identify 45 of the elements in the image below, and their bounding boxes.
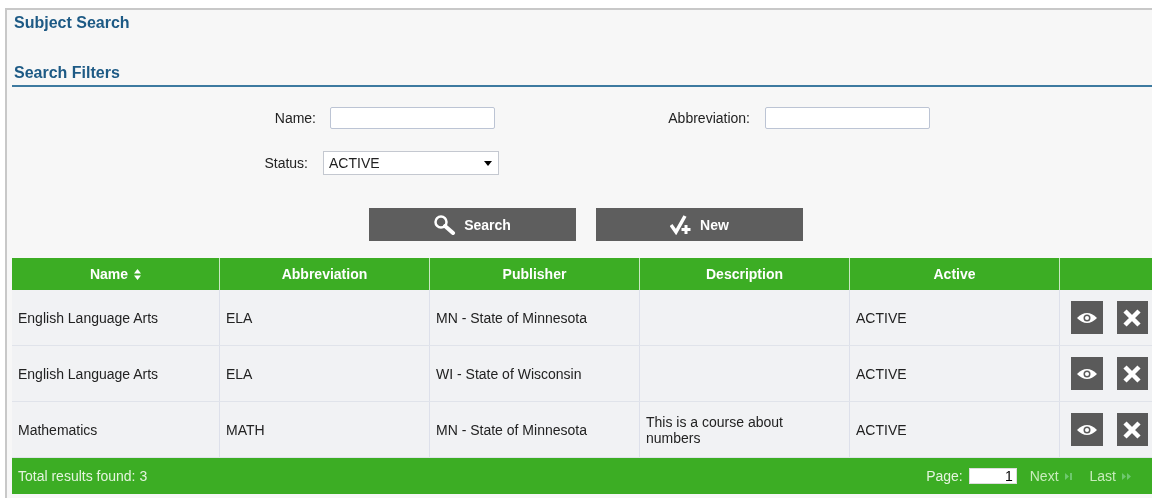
field-label: Abbreviation: — [667, 110, 750, 126]
table-cell: MATH — [226, 421, 265, 438]
table-cell: MN - State of Minnesota — [436, 309, 587, 326]
close-icon — [1122, 363, 1143, 384]
page-title: Subject Search — [13, 13, 131, 33]
table-cell: WI - State of Wisconsin — [436, 365, 582, 382]
table-cell-text: This is a course about numbers — [646, 413, 784, 446]
delete-button[interactable] — [1116, 413, 1148, 446]
field-label: Name: — [273, 110, 316, 126]
table-cell: Mathematics — [18, 421, 98, 438]
check-plus-icon — [670, 214, 693, 235]
view-button[interactable] — [1071, 301, 1103, 334]
results-count: Total results found: 3 — [18, 468, 149, 484]
new-button[interactable]: New — [596, 208, 803, 241]
close-icon — [1122, 419, 1143, 440]
eye-icon — [1075, 422, 1098, 437]
search-icon — [434, 214, 457, 235]
table-cell: ACTIVE — [856, 421, 907, 438]
table-cell: ACTIVE — [856, 365, 907, 382]
next-link[interactable]: Next — [1029, 468, 1059, 484]
next-arrow-icon — [1064, 472, 1074, 480]
eye-icon — [1075, 366, 1098, 381]
eye-icon — [1075, 310, 1098, 325]
section-heading: Search Filters — [12, 62, 1152, 87]
page-label: Page: — [926, 468, 963, 484]
table-cell: MN - State of Minnesota — [436, 421, 587, 438]
table-cell: English Language Arts — [18, 365, 159, 382]
delete-button[interactable] — [1116, 301, 1148, 334]
table-cell: ELA — [226, 365, 253, 382]
caret-icon — [484, 160, 492, 166]
delete-button[interactable] — [1116, 357, 1148, 390]
view-button[interactable] — [1071, 413, 1103, 446]
search-button[interactable]: Search — [369, 208, 576, 241]
table-cell: ELA — [226, 309, 253, 326]
last-link[interactable]: Last — [1089, 468, 1116, 484]
table-cell: ACTIVE — [856, 309, 907, 326]
field-label: Status: — [263, 155, 308, 171]
name-field[interactable] — [330, 107, 495, 129]
view-button[interactable] — [1071, 357, 1103, 390]
table-cell: English Language Arts — [18, 309, 159, 326]
close-icon — [1122, 307, 1143, 328]
page-field[interactable]: 1 — [968, 468, 1017, 484]
last-arrow-icon — [1122, 472, 1132, 480]
abbreviation-field[interactable] — [765, 107, 930, 129]
status-dropdown[interactable]: ACTIVE — [323, 151, 499, 175]
